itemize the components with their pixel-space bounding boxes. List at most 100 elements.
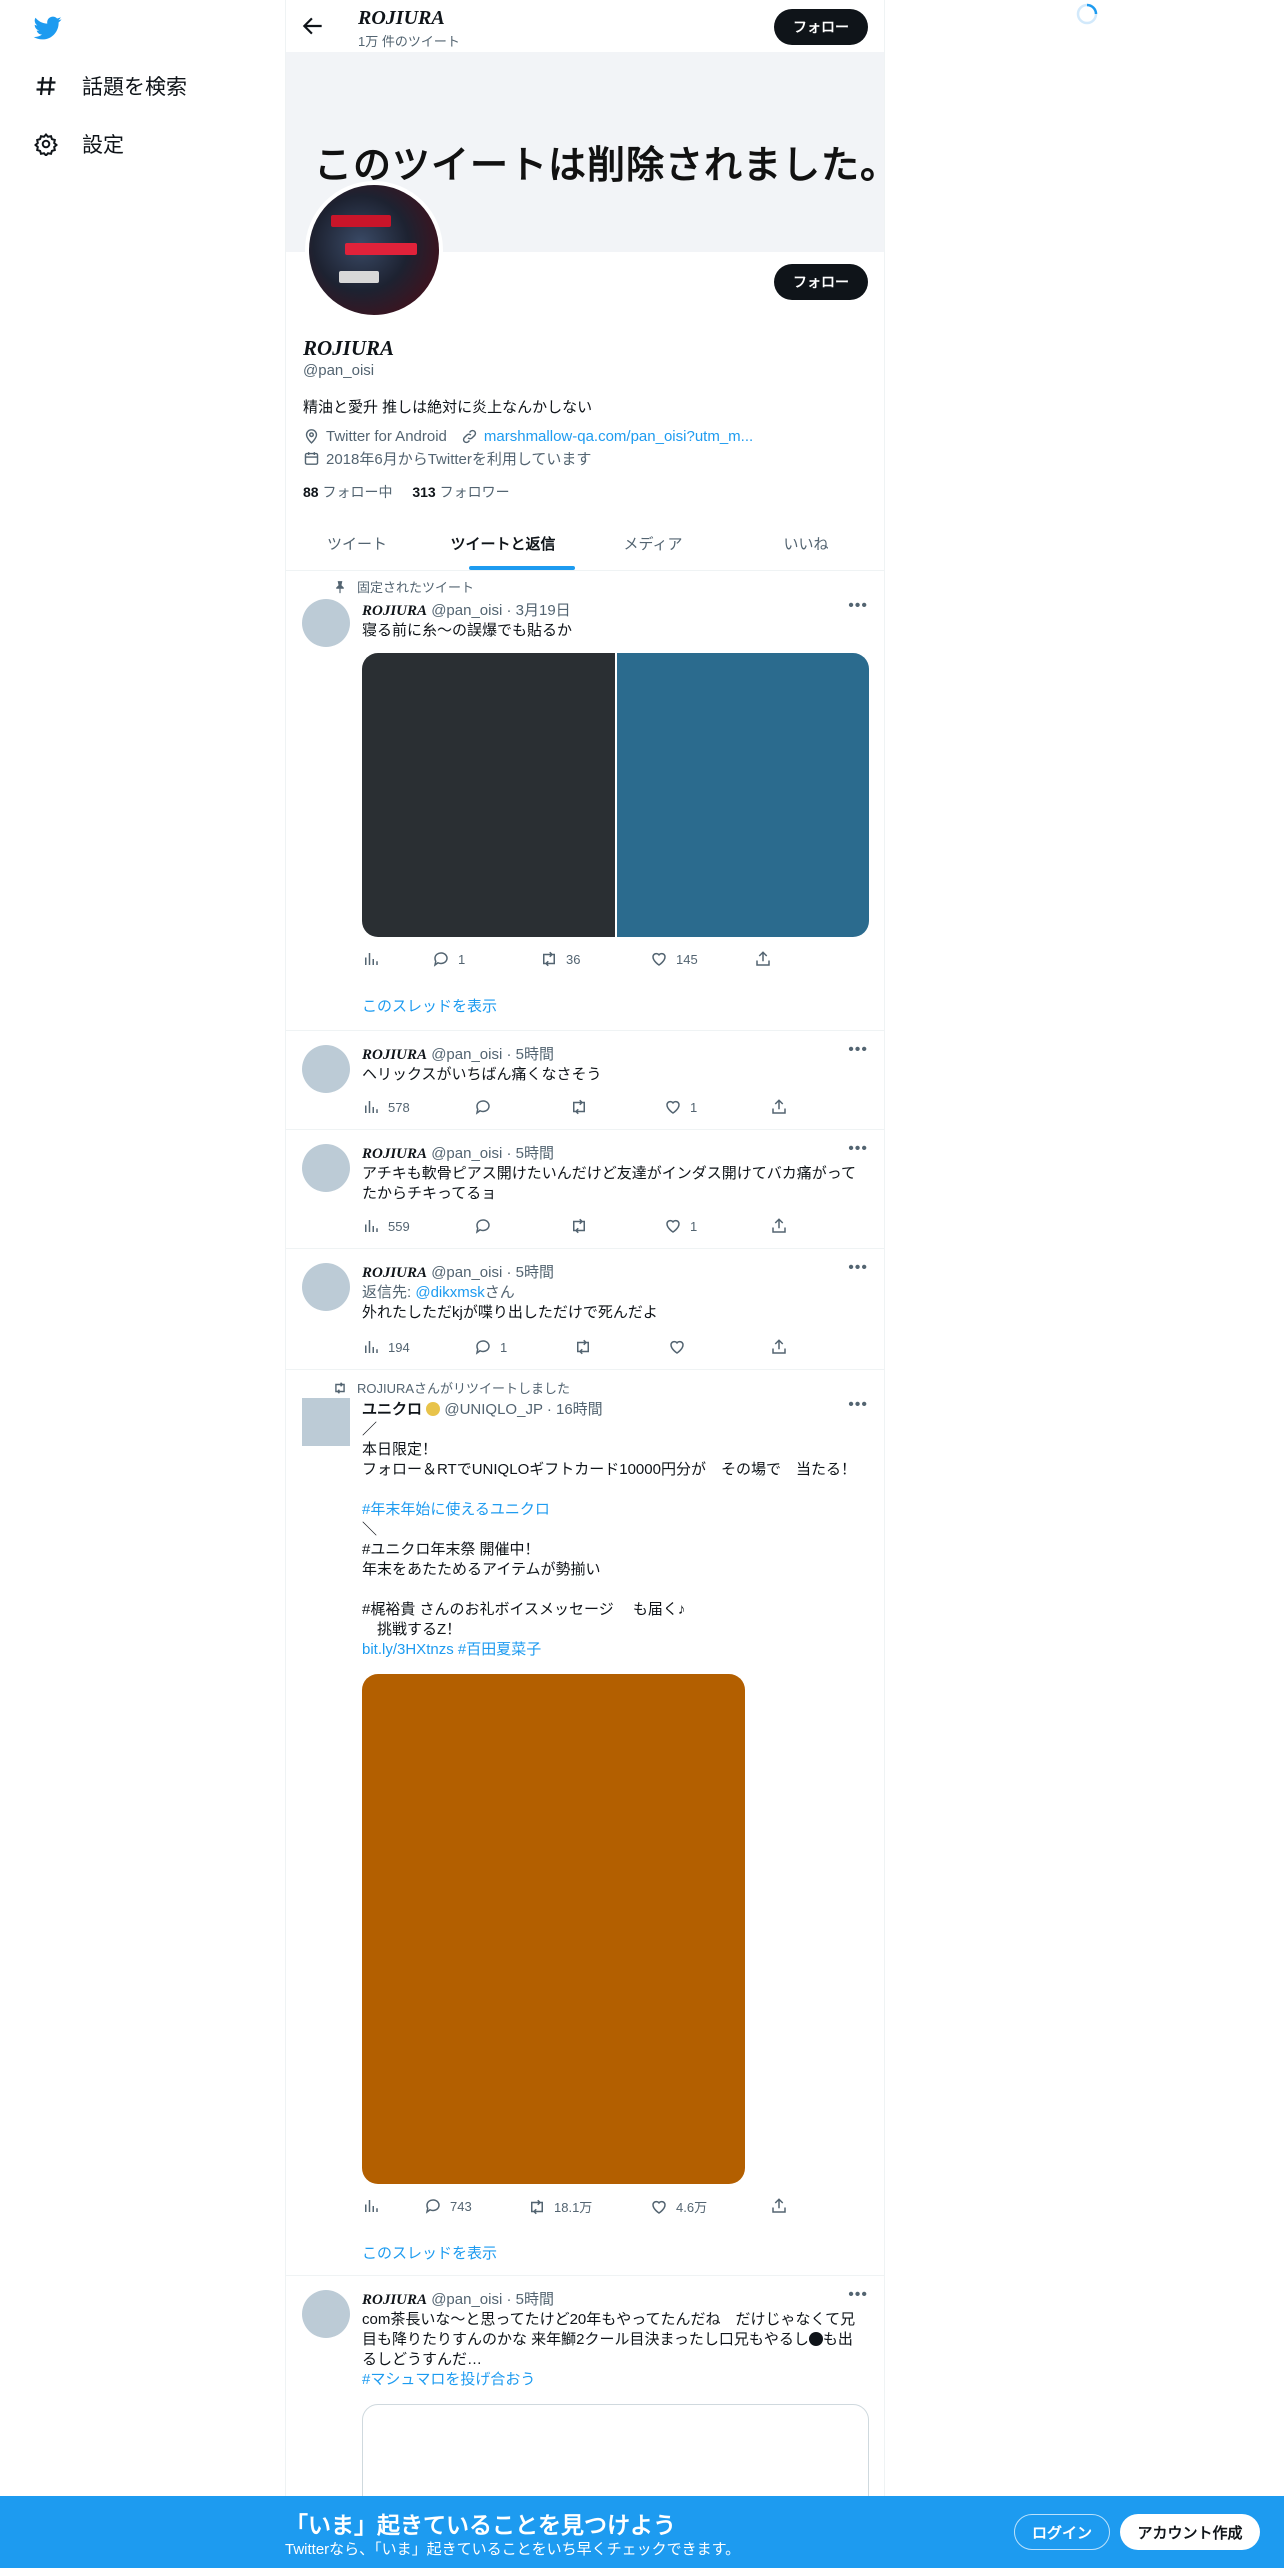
media-image-1[interactable] — [362, 653, 615, 937]
tab-tweets[interactable]: ツイート — [286, 516, 428, 571]
more-menu-icon[interactable]: ••• — [848, 1259, 868, 1277]
top-bar: ROJIURA 1万 件のツイート フォロー — [286, 0, 884, 52]
hashtag-link[interactable]: #年末年始に使えるユニクロ — [362, 1500, 872, 1520]
more-menu-icon[interactable]: ••• — [848, 597, 868, 615]
like-button[interactable] — [668, 1338, 686, 1356]
author-name[interactable]: ROJIURA — [362, 1047, 427, 1063]
avatar-sign — [331, 215, 391, 227]
views-button[interactable]: 559 — [362, 1217, 410, 1235]
login-prompt-bar: 「いま」起きていることを見つけよう Twitterなら、「いま」起きていることを… — [0, 2496, 1284, 2568]
retweet-button[interactable] — [574, 1338, 592, 1356]
tweet-media[interactable] — [362, 653, 869, 937]
tweet-meta: @pan_oisi · 5時間 — [431, 2291, 554, 2308]
share-button[interactable] — [770, 1098, 788, 1116]
tweet-media[interactable] — [362, 1674, 745, 2184]
share-button[interactable] — [754, 950, 772, 968]
retweet-icon — [573, 1099, 585, 1115]
reply-button[interactable] — [474, 1098, 492, 1116]
nav-explore[interactable]: 話題を検索 — [34, 66, 187, 106]
tweet-text-line: フォロー＆RTでUNIQLOギフトカード10000円分が その場で 当たる！ — [362, 1461, 856, 1478]
retweet-label[interactable]: ROJIURAさんがリツイートしました — [357, 1378, 570, 1397]
tweet-text-line: るしどうすんだ… — [362, 2351, 483, 2368]
views-button[interactable]: 578 — [362, 1098, 410, 1116]
tweet-meta: @pan_oisi · 3月19日 — [431, 602, 571, 619]
tweet[interactable]: ROJIURA @pan_oisi · 5時間 ••• ヘリックスがいちばん痛く… — [286, 1031, 884, 1130]
like-button[interactable]: 4.6万 — [650, 2197, 707, 2216]
show-thread-link[interactable]: このスレッドを表示 — [362, 2242, 497, 2263]
tweet[interactable]: 固定されたツイート ROJIURA @pan_oisi · 3月19日 ••• … — [286, 571, 884, 1031]
reply-count: 743 — [450, 2198, 472, 2214]
profile-follow-button[interactable]: フォロー — [774, 264, 868, 300]
more-menu-icon[interactable]: ••• — [848, 1396, 868, 1414]
reply-suffix: さん — [484, 1284, 515, 1301]
author-name[interactable]: ROJIURA — [362, 1265, 427, 1281]
tab-media[interactable]: メディア — [578, 516, 728, 571]
show-thread-link[interactable]: このスレッドを表示 — [362, 995, 497, 1016]
reply-button[interactable]: 743 — [424, 2197, 472, 2215]
nav-explore-label: 話題を検索 — [82, 76, 187, 99]
media-image-2[interactable] — [616, 653, 869, 937]
more-menu-icon[interactable]: ••• — [848, 1140, 868, 1158]
avatar[interactable] — [302, 1045, 350, 1093]
tab-tweets-and-replies[interactable]: ツイートと返信 — [428, 516, 578, 571]
like-button[interactable]: 145 — [650, 950, 698, 968]
share-button[interactable] — [770, 1338, 788, 1356]
pinned-label: 固定されたツイート — [357, 580, 475, 595]
more-menu-icon[interactable]: ••• — [848, 1041, 868, 1059]
profile-website-link[interactable]: marshmallow-qa.com/pan_oisi?utm_m... — [484, 428, 753, 445]
retweet-button[interactable] — [570, 1098, 588, 1116]
back-arrow-icon[interactable] — [300, 13, 326, 39]
more-menu-icon[interactable]: ••• — [848, 2286, 868, 2304]
views-button[interactable] — [362, 950, 380, 968]
tweet[interactable]: ROJIURA @pan_oisi · 5時間 ••• アチキも軟骨ピアス開けた… — [286, 1130, 884, 1249]
views-button[interactable] — [362, 2197, 380, 2215]
retweet-button[interactable]: 18.1万 — [528, 2197, 592, 2216]
reply-button[interactable]: 1 — [432, 950, 465, 968]
author-name[interactable]: ROJIURA — [362, 603, 427, 619]
following-link[interactable]: 88 フォロー中 — [303, 484, 392, 500]
views-button[interactable]: 194 — [362, 1338, 410, 1356]
signup-button[interactable]: アカウント作成 — [1120, 2514, 1260, 2550]
retweet-button[interactable] — [570, 1217, 588, 1235]
location-pin-icon — [305, 429, 318, 444]
profile-avatar[interactable] — [305, 181, 443, 319]
tweet-text-line — [362, 1480, 872, 1500]
heart-icon — [670, 1340, 684, 1354]
login-button[interactable]: ログイン — [1014, 2514, 1110, 2550]
header-follow-button[interactable]: フォロー — [774, 9, 868, 45]
retweet-button[interactable]: 36 — [540, 950, 580, 968]
hashtag-link[interactable]: #マシュマロを投げ合おう — [362, 2370, 872, 2390]
avatar[interactable] — [302, 2290, 350, 2338]
tweet-text-line: 年末をあたためるアイテムが勢揃い — [362, 1561, 601, 1578]
avatar[interactable] — [302, 1398, 350, 1446]
follow-stats: 88 フォロー中 313 フォロワー — [303, 482, 510, 502]
like-button[interactable]: 1 — [664, 1098, 697, 1116]
author-name[interactable]: ROJIURA — [362, 2292, 427, 2308]
like-button[interactable]: 1 — [664, 1217, 697, 1235]
tweet[interactable]: ROJIURA @pan_oisi · 5時間 ••• 返信先: @dikxms… — [286, 1249, 884, 1370]
bottom-bar-subtitle: Twitterなら、「いま」起きていることをいち早くチェックできます。 — [285, 2541, 741, 2558]
header-name: ROJIURA — [358, 7, 445, 29]
tweet-link-line[interactable]: bit.ly/3HXtnzs #百田夏菜子 — [362, 1640, 872, 1660]
avatar[interactable] — [302, 1263, 350, 1311]
reply-button[interactable] — [474, 1217, 492, 1235]
banner-text: このツイートは削除されました。 — [314, 145, 900, 187]
reply-button[interactable]: 1 — [474, 1338, 507, 1356]
author-name[interactable]: ROJIURA — [362, 1146, 427, 1162]
share-button[interactable] — [770, 2197, 788, 2215]
nav-settings[interactable]: 設定 — [34, 124, 124, 164]
avatar[interactable] — [302, 599, 350, 647]
followers-count: 313 — [412, 484, 436, 500]
reply-to-link[interactable]: @dikxmsk — [415, 1284, 484, 1301]
author-name[interactable]: ユニクロ — [362, 1401, 422, 1418]
followers-link[interactable]: 313 フォロワー — [412, 484, 509, 500]
avatar[interactable] — [302, 1144, 350, 1192]
avatar-sign — [339, 271, 379, 283]
profile-bio: 精油と愛升 推しは絶対に炎上なんかしない — [303, 399, 593, 416]
twitter-logo-icon[interactable] — [32, 14, 64, 42]
tab-likes[interactable]: いいね — [728, 516, 884, 571]
tweet[interactable]: ROJIURAさんがリツイートしました ユニクロ @UNIQLO_JP · 16… — [286, 1370, 884, 2276]
retweet-icon — [577, 1339, 589, 1355]
share-button[interactable] — [770, 1217, 788, 1235]
tweet-meta: @UNIQLO_JP · 16時間 — [444, 1401, 603, 1418]
